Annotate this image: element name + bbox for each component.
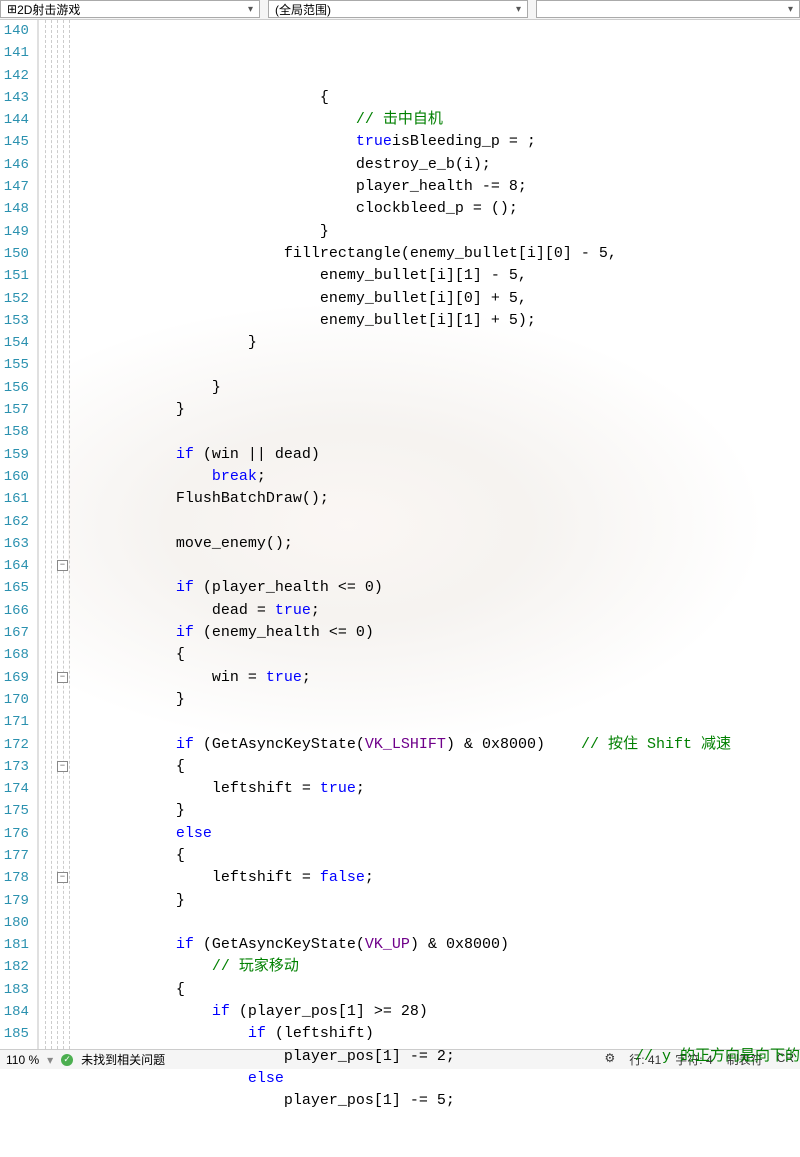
fold-toggle[interactable]: − [57,672,68,683]
fold-toggle[interactable]: − [57,560,68,571]
scope-dropdown-1[interactable]: ⊞ 2D射击游戏 ▾ [0,0,260,18]
chevron-down-icon: ▾ [788,4,793,15]
scope-dropdown-3[interactable]: ▾ [536,0,800,18]
fold-toggle[interactable]: − [57,761,68,772]
fold-toggle[interactable]: − [57,872,68,883]
scope-dropdown-2[interactable]: (全局范围) ▾ [268,0,528,18]
code-area[interactable]: { // 击中自机 trueisBleeding_p = ; destroy_e… [68,20,800,1049]
toolbar: ⊞ 2D射击游戏 ▾ (全局范围) ▾ ▾ [0,0,800,20]
dropdown2-label: (全局范围) [275,1,516,18]
dropdown1-label: 2D射击游戏 [17,1,248,18]
dropdown-icon: ⊞ [7,2,17,16]
chevron-down-icon: ▾ [248,4,253,15]
line-gutter: 140 141 142 143 144 145 146 147 148 149 … [0,20,39,1049]
chevron-down-icon: ▾ [516,4,521,15]
fold-column: − − − − [39,20,68,1049]
zoom-level[interactable]: 110 % [6,1053,39,1067]
editor[interactable]: 140 141 142 143 144 145 146 147 148 149 … [0,20,800,1049]
